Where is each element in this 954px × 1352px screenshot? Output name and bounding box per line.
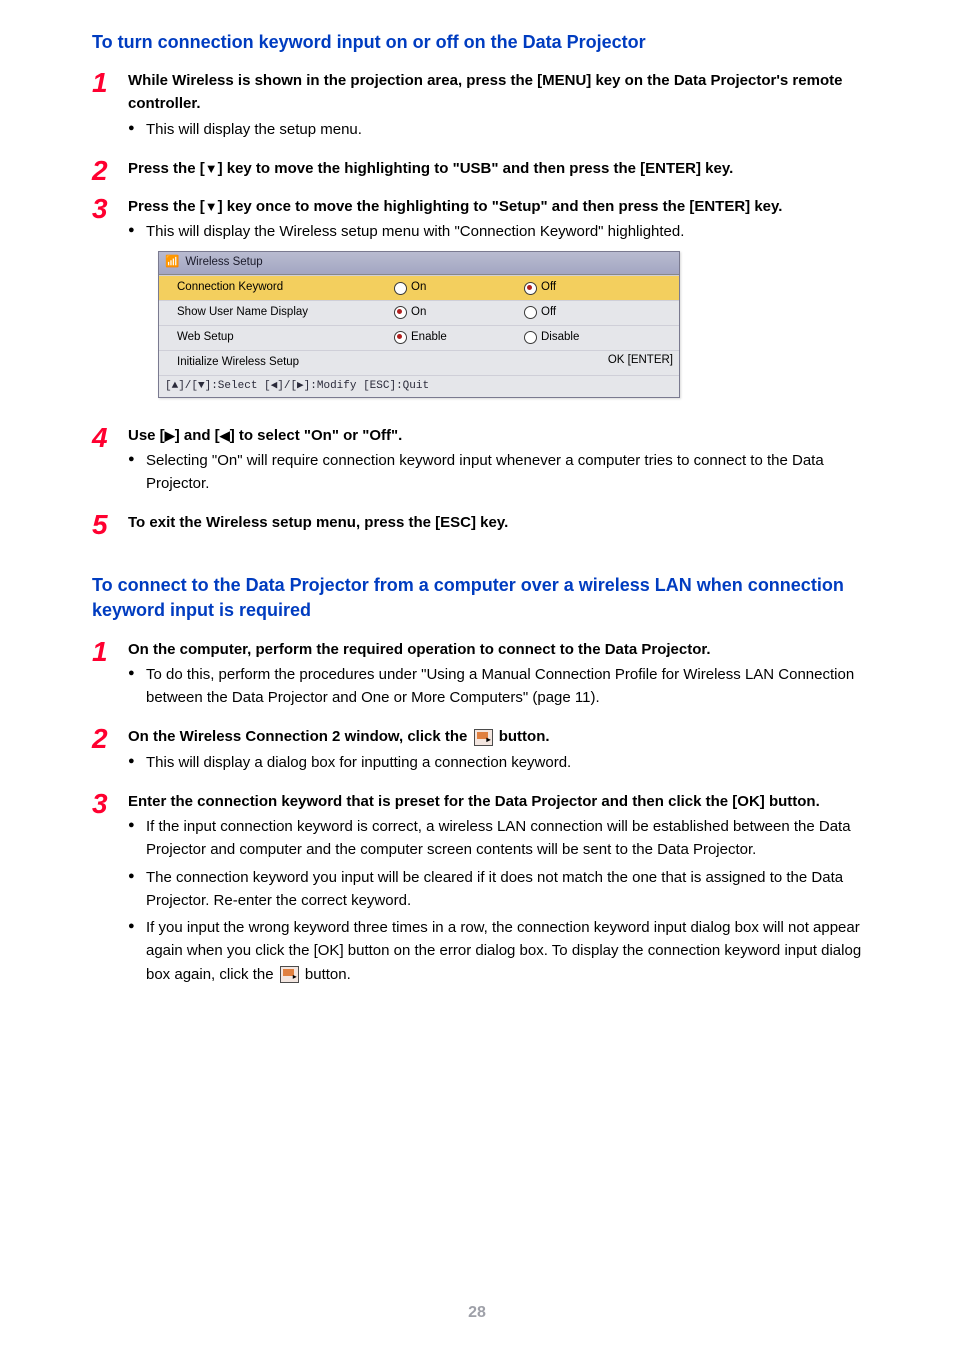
text-fragment: Press the [ (128, 160, 205, 177)
wireless-setup-footer: [▲]/[▼]:Select [◀]/[▶]:Modify [ESC]:Quit (159, 375, 679, 397)
s2-step2: 2 On the Wireless Connection 2 window, c… (92, 725, 880, 780)
down-arrow-icon: ▼ (205, 162, 218, 175)
step-bullet: If the input connection keyword is corre… (128, 815, 880, 862)
ws-row-web-setup[interactable]: Web Setup Enable Disable (159, 325, 679, 350)
step-bullet: The connection keyword you input will be… (128, 866, 880, 913)
down-arrow-icon: ▼ (205, 200, 218, 213)
text-fragment: ] key to move the highlighting to "USB" … (218, 160, 734, 177)
text-fragment: ] and [ (175, 427, 220, 444)
section1-heading: To turn connection keyword input on or o… (92, 30, 880, 55)
radio-icon (524, 331, 537, 344)
text-fragment: button. (495, 728, 550, 745)
step-title: On the computer, perform the required op… (128, 638, 880, 661)
s1-step4: 4 Use [▶] and [◀] to select "On" or "Off… (92, 424, 880, 502)
ws-opt: Off (541, 304, 556, 322)
step-bullet: If you input the wrong keyword three tim… (128, 916, 880, 986)
s1-step3: 3 Press the [▼] key once to move the hig… (92, 195, 880, 414)
radio-selected-icon (394, 306, 407, 319)
ws-row-label: Connection Keyword (159, 277, 394, 299)
ws-row-label: Web Setup (159, 327, 394, 349)
step-title: To exit the Wireless setup menu, press t… (128, 511, 880, 534)
step-title: Enter the connection keyword that is pre… (128, 790, 880, 813)
radio-selected-icon (394, 331, 407, 344)
s1-step1: 1 While Wireless is shown in the project… (92, 69, 880, 147)
step-bullet: This will display the Wireless setup men… (128, 220, 880, 243)
step-number: 1 (92, 69, 128, 97)
step-title: Press the [▼] key once to move the highl… (128, 195, 880, 218)
ws-opt: Disable (541, 329, 579, 347)
left-arrow-icon: ◀ (220, 429, 230, 442)
wireless-setup-panel: 📶 Wireless Setup Connection Keyword On O… (158, 251, 680, 397)
right-arrow-icon: ▶ (165, 429, 175, 442)
radio-selected-icon (524, 282, 537, 295)
text-fragment: If you input the wrong keyword three tim… (146, 919, 861, 983)
page-number: 28 (0, 1304, 954, 1322)
section2-heading: To connect to the Data Projector from a … (92, 573, 880, 623)
ws-row-label: Show User Name Display (159, 302, 394, 324)
step-number: 1 (92, 638, 128, 666)
ws-row-label: Initialize Wireless Setup (159, 352, 394, 374)
s1-step5: 5 To exit the Wireless setup menu, press… (92, 511, 880, 539)
ws-row-initialize[interactable]: Initialize Wireless Setup OK [ENTER] (159, 350, 679, 375)
ws-row-user-name[interactable]: Show User Name Display On Off (159, 300, 679, 325)
step-bullet: This will display a dialog box for input… (128, 751, 880, 774)
text-fragment: button. (301, 966, 351, 983)
text-fragment: ] to select "On" or "Off". (230, 427, 403, 444)
step-number: 3 (92, 790, 128, 818)
text-fragment: Press the [ (128, 198, 205, 215)
s1-step2: 2 Press the [▼] key to move the highligh… (92, 157, 880, 185)
step-number: 5 (92, 511, 128, 539)
step-title: On the Wireless Connection 2 window, cli… (128, 725, 880, 748)
s2-step1: 1 On the computer, perform the required … (92, 638, 880, 716)
ws-opt: On (411, 304, 426, 322)
step-bullet: Selecting "On" will require connection k… (128, 449, 880, 496)
ws-opt: Off (541, 279, 556, 297)
step-title: Press the [▼] key to move the highlighti… (128, 157, 880, 180)
step-number: 4 (92, 424, 128, 452)
step-number: 3 (92, 195, 128, 223)
projection-button-icon (280, 966, 299, 983)
step-bullet: This will display the setup menu. (128, 118, 880, 141)
wireless-setup-title: 📶 Wireless Setup (159, 252, 679, 275)
text-fragment: ] key once to move the highlighting to "… (218, 198, 783, 215)
ws-row-connection-keyword[interactable]: Connection Keyword On Off (159, 275, 679, 300)
ws-opt: On (411, 279, 426, 297)
step-number: 2 (92, 725, 128, 753)
step-number: 2 (92, 157, 128, 185)
ws-opt: Enable (411, 329, 447, 347)
radio-icon (524, 306, 537, 319)
text-fragment: On the Wireless Connection 2 window, cli… (128, 728, 472, 745)
s2-step3: 3 Enter the connection keyword that is p… (92, 790, 880, 992)
wireless-icon: 📶 (165, 254, 179, 272)
text-fragment: Use [ (128, 427, 165, 444)
radio-icon (394, 282, 407, 295)
projection-button-icon (474, 729, 493, 746)
step-title: While Wireless is shown in the projectio… (128, 69, 880, 116)
step-title: Use [▶] and [◀] to select "On" or "Off". (128, 424, 880, 447)
step-bullet: To do this, perform the procedures under… (128, 663, 880, 710)
wireless-setup-title-text: Wireless Setup (185, 254, 262, 272)
ws-ok-hint: OK [ENTER] (524, 352, 679, 374)
